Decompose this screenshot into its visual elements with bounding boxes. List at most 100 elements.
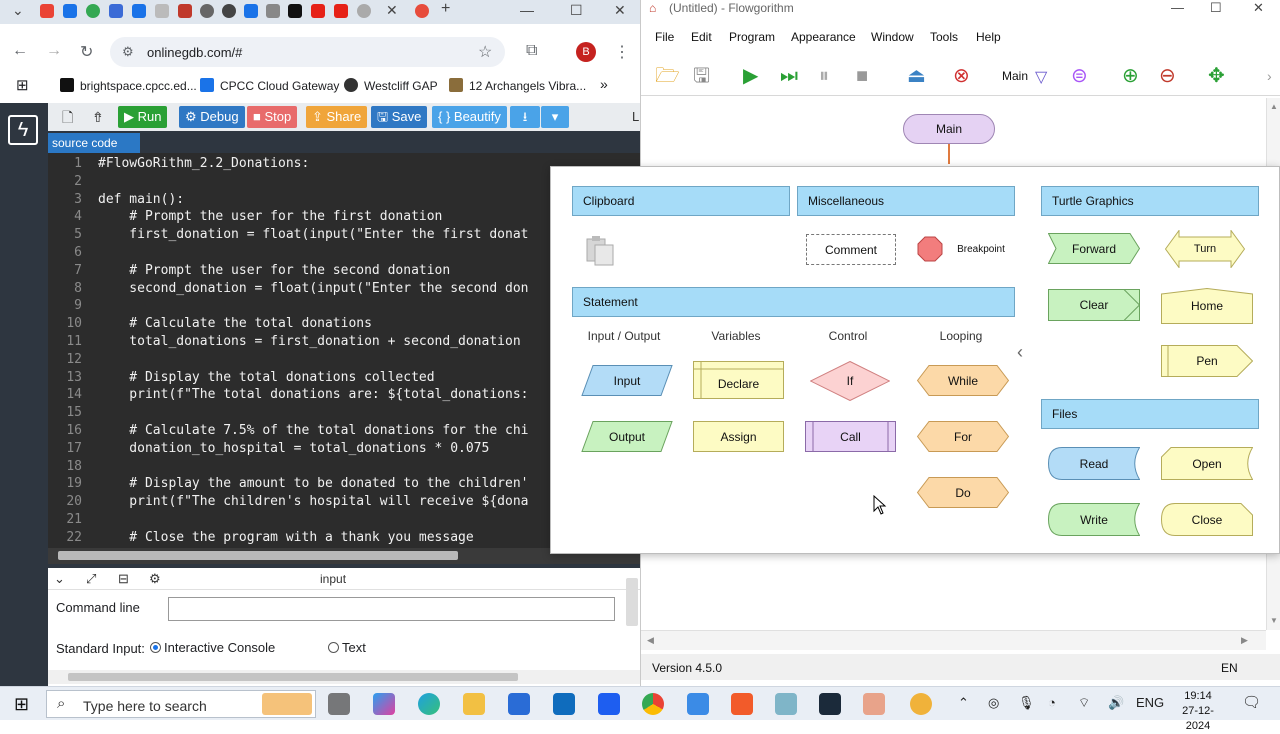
bookmarks-more-button[interactable]: » xyxy=(600,76,608,92)
scroll-down-icon[interactable]: ▼ xyxy=(1270,616,1278,625)
address-bar[interactable]: ⚙ onlinegdb.com/# ☆ xyxy=(110,37,505,67)
meet-now-icon[interactable]: ◎ xyxy=(988,695,999,711)
io-horizontal-scrollbar[interactable] xyxy=(48,670,640,684)
maximize-icon[interactable]: ☐ xyxy=(570,2,583,19)
code-line[interactable]: # Calculate the total donations xyxy=(98,316,372,331)
store-icon[interactable] xyxy=(508,693,530,715)
app-icon[interactable] xyxy=(687,693,709,715)
network-icon[interactable]: ◔ xyxy=(1048,695,1056,710)
download-button[interactable]: ⭳ xyxy=(510,106,540,128)
radio-text[interactable]: Text xyxy=(328,640,366,655)
code-line[interactable]: # Prompt the user for the second donatio… xyxy=(98,263,450,278)
tab-icon[interactable] xyxy=(86,4,100,18)
stop-button[interactable]: ■ Stop xyxy=(247,106,298,128)
save-disk-icon[interactable]: 🖫 xyxy=(693,65,710,87)
forward-icon[interactable]: → xyxy=(46,42,62,60)
tab-record-icon[interactable] xyxy=(415,4,429,18)
function-select[interactable]: Main xyxy=(1002,69,1028,83)
minimize-icon[interactable]: — xyxy=(1171,0,1184,15)
bookmark-brightspace[interactable]: brightspace.cpcc.ed... xyxy=(60,78,197,93)
scroll-left-icon[interactable]: ◀ xyxy=(647,635,654,646)
outlook-icon[interactable] xyxy=(553,693,575,715)
microphone-icon[interactable]: 🎙 xyxy=(1018,695,1035,711)
extensions-icon[interactable]: ⧉ xyxy=(526,42,537,60)
app-icon[interactable] xyxy=(775,693,797,715)
menu-program[interactable]: Program xyxy=(729,30,775,44)
canvas-horizontal-scrollbar[interactable]: ◀ ▶ xyxy=(641,630,1266,650)
menu-edit[interactable]: Edit xyxy=(691,30,712,44)
tab-youtube-icon[interactable] xyxy=(311,4,325,18)
tab-icon[interactable] xyxy=(200,4,214,18)
scroll-right-icon[interactable]: ▶ xyxy=(1241,635,1248,646)
shape-while[interactable]: While xyxy=(917,365,1009,396)
chevron-down-icon[interactable]: ▽ xyxy=(1035,67,1047,89)
code-line[interactable]: second_donation = float(input("Enter the… xyxy=(98,281,528,296)
manage-functions-icon[interactable]: ⊜ xyxy=(1071,65,1088,87)
back-icon[interactable]: ← xyxy=(12,42,28,60)
code-line[interactable]: #FlowGoRithm_2.2_Donations: xyxy=(98,156,309,171)
settings-gear-icon[interactable]: ⚙ xyxy=(149,571,161,587)
io-vertical-scrollbar[interactable] xyxy=(626,578,638,626)
step-icon[interactable]: ⏭ xyxy=(780,65,798,87)
bookmark-archangels[interactable]: 12 Archangels Vibra... xyxy=(449,78,586,93)
volume-icon[interactable]: 🔊 xyxy=(1108,695,1124,711)
close-window-icon[interactable]: ✕ xyxy=(1253,0,1264,16)
chrome-icon[interactable] xyxy=(642,693,664,715)
menu-help[interactable]: Help xyxy=(976,30,1001,44)
menu-window[interactable]: Window xyxy=(871,30,914,44)
tab-icon[interactable] xyxy=(222,4,236,18)
taskbar-search-box[interactable]: ⌕ Type here to search xyxy=(46,690,316,718)
terminal-icon[interactable] xyxy=(819,693,841,715)
code-line[interactable]: # Calculate 7.5% of the total donations … xyxy=(98,423,528,438)
code-line[interactable]: print(f"The total donations are: ${total… xyxy=(98,387,528,402)
tab-icon[interactable] xyxy=(132,4,146,18)
shape-output[interactable]: Output xyxy=(581,421,673,452)
flow-connector[interactable] xyxy=(948,144,950,164)
shape-comment[interactable]: Comment xyxy=(806,234,896,265)
shape-open[interactable]: Open xyxy=(1161,447,1253,480)
code-line[interactable]: first_donation = float(input("Enter the … xyxy=(98,227,528,242)
code-line[interactable]: total_donations = first_donation + secon… xyxy=(98,334,520,349)
code-line[interactable]: def main(): xyxy=(98,192,184,207)
edge-icon[interactable] xyxy=(418,693,440,715)
task-view-icon[interactable] xyxy=(328,693,350,715)
shape-turn[interactable]: Turn xyxy=(1165,230,1245,268)
shape-input[interactable]: Input xyxy=(581,365,673,396)
tab-icon[interactable] xyxy=(357,4,371,18)
reload-icon[interactable]: ↻ xyxy=(80,42,93,62)
stop-icon[interactable]: ■ xyxy=(856,65,868,87)
breakpoint-octagon-icon[interactable] xyxy=(917,236,943,262)
brave-icon[interactable] xyxy=(731,693,753,715)
shape-declare[interactable]: Declare xyxy=(693,361,784,399)
scroll-up-icon[interactable]: ▲ xyxy=(1270,102,1278,111)
breakpoint-toggle-icon[interactable]: ⊗ xyxy=(953,65,970,87)
shape-for[interactable]: For xyxy=(917,421,1009,452)
debug-button[interactable]: ⚙ Debug xyxy=(179,106,245,128)
windows-start-icon[interactable]: ⊞ xyxy=(14,694,29,715)
chevron-up-icon[interactable]: ⌃ xyxy=(958,695,969,711)
bookmark-cpcc-cloud[interactable]: CPCC Cloud Gateway xyxy=(200,78,339,93)
shape-do[interactable]: Do xyxy=(917,477,1009,508)
shape-assign[interactable]: Assign xyxy=(693,421,784,452)
tab-icon[interactable] xyxy=(178,4,192,18)
copilot-icon[interactable] xyxy=(373,693,395,715)
download-options-button[interactable]: ▾ xyxy=(541,106,569,128)
maximize-icon[interactable]: ☐ xyxy=(1210,0,1222,16)
run-play-icon[interactable]: ▶ xyxy=(743,65,758,87)
menu-appearance[interactable]: Appearance xyxy=(791,30,856,44)
code-line[interactable]: donation_to_hospital = total_donations *… xyxy=(98,441,489,456)
tab-source-code[interactable]: source code xyxy=(48,133,140,153)
tab-icon[interactable] xyxy=(266,4,280,18)
menu-tools[interactable]: Tools xyxy=(930,30,958,44)
upload-icon[interactable]: ⇮ xyxy=(86,106,110,128)
code-line[interactable]: print(f"The children's hospital will rec… xyxy=(98,494,528,509)
shape-forward[interactable]: Forward xyxy=(1048,233,1140,264)
shape-write[interactable]: Write xyxy=(1048,503,1140,536)
tab-gmail-icon[interactable] xyxy=(40,4,54,18)
open-folder-icon[interactable]: 🗁 xyxy=(655,65,680,87)
site-settings-icon[interactable]: ⚙ xyxy=(122,44,134,60)
shape-breakpoint[interactable]: Breakpoint xyxy=(951,241,1011,257)
toolbar-more-icon[interactable]: › xyxy=(1267,65,1272,87)
collapse-icon[interactable]: ⌄ xyxy=(54,571,65,587)
save-button[interactable]: 🖫 Save xyxy=(371,106,428,128)
